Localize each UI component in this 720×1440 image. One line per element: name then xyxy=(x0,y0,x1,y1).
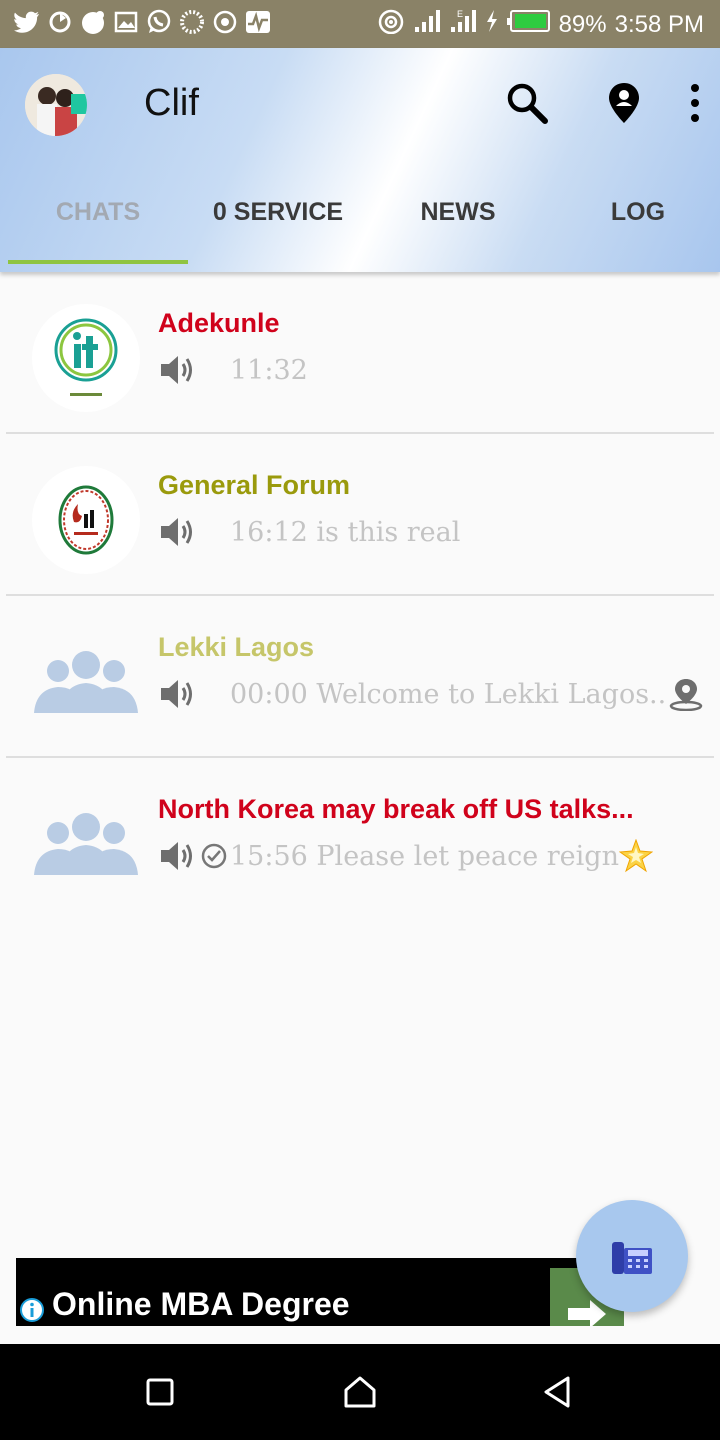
search-icon[interactable] xyxy=(502,78,552,128)
system-nav-bar xyxy=(0,1344,720,1440)
speaker-icon xyxy=(161,518,192,546)
tab-news[interactable]: NEWS xyxy=(368,198,548,227)
chat-message: 00:00 Welcome to Lekki Lagos.. xyxy=(230,678,667,710)
info-icon[interactable] xyxy=(20,1298,44,1322)
speaker-icon xyxy=(161,842,192,870)
chat-row-north-korea[interactable]: North Korea may break off US talks... 15… xyxy=(0,758,720,920)
recent-apps-icon[interactable] xyxy=(140,1372,180,1412)
star-emoji xyxy=(618,839,653,873)
twitter-icon xyxy=(14,9,40,35)
active-tab-indicator xyxy=(8,260,188,264)
phone-fab-button[interactable] xyxy=(576,1200,688,1312)
tab-bar: CHATS 0 SERVICE NEWS LOG xyxy=(0,188,720,268)
tab-chats[interactable]: CHATS xyxy=(8,198,188,227)
it-logo-avatar xyxy=(32,304,140,412)
more-vertical-icon[interactable] xyxy=(670,78,720,128)
speaker-icon xyxy=(161,680,192,708)
signal-e-icon: E xyxy=(449,9,477,40)
chat-preview: 15:56 Please let peace reign xyxy=(158,838,653,874)
tab-log[interactable]: LOG xyxy=(548,198,720,227)
chat-preview: 11:32 xyxy=(158,352,308,388)
sync-icon xyxy=(47,9,73,35)
chat-message: 15:56 Please let peace reign xyxy=(230,840,619,872)
chat-name: Adekunle xyxy=(158,308,280,338)
ad-text: Online MBA Degree xyxy=(52,1286,350,1322)
location-pin-icon[interactable] xyxy=(599,78,649,128)
ad-banner[interactable]: Online MBA Degree xyxy=(16,1258,624,1326)
status-bar: E 89% 3:58 PM xyxy=(0,0,720,48)
status-indicators: E 89% 3:58 PM xyxy=(377,8,704,41)
profile-avatar[interactable] xyxy=(25,74,87,136)
chat-name: Lekki Lagos xyxy=(158,632,315,662)
notification-icons xyxy=(14,9,271,35)
speaker-icon xyxy=(161,356,192,384)
clock: 3:58 PM xyxy=(614,10,704,38)
signal-icon xyxy=(413,9,441,40)
tab-service[interactable]: 0 SERVICE xyxy=(188,198,368,227)
location-icon xyxy=(669,679,703,711)
chat-row-lekki-lagos[interactable]: Lekki Lagos 00:00 Welcome to Lekki Lagos… xyxy=(0,596,720,758)
check-circle-icon xyxy=(201,843,227,869)
battery-percent: 89% xyxy=(558,10,607,38)
image-icon xyxy=(113,9,139,35)
chat-message: 16:12 is this real xyxy=(230,516,461,548)
gecko-icon xyxy=(80,9,106,35)
group-icon xyxy=(32,790,140,898)
chat-list: Adekunle 11:32 General Forum 16:12 is th… xyxy=(0,272,720,920)
group-icon xyxy=(32,628,140,736)
battery-icon xyxy=(506,10,551,39)
phone-icon xyxy=(612,1242,652,1274)
chat-name: General Forum xyxy=(158,470,351,500)
loading-icon xyxy=(179,9,205,35)
chat-preview: 00:00 Welcome to Lekki Lagos.. xyxy=(158,676,704,712)
app-header: Clif CHATS 0 SERVICE NEWS LOG xyxy=(0,48,720,272)
page-title: Clif xyxy=(144,82,199,124)
hotspot-icon xyxy=(377,8,405,41)
oil-logo-avatar xyxy=(32,466,140,574)
back-icon[interactable] xyxy=(538,1372,578,1412)
chat-message: 11:32 xyxy=(230,354,308,386)
chat-row-adekunle[interactable]: Adekunle 11:32 xyxy=(0,272,720,434)
charging-icon xyxy=(485,9,499,40)
chat-name: North Korea may break off US talks... xyxy=(158,794,634,824)
whatsapp-icon xyxy=(146,9,172,35)
chat-row-general-forum[interactable]: General Forum 16:12 is this real xyxy=(0,434,720,596)
activity-icon xyxy=(245,9,271,35)
home-icon[interactable] xyxy=(340,1372,380,1412)
chat-preview: 16:12 is this real xyxy=(158,514,460,550)
target-icon xyxy=(212,9,238,35)
svg-text:E: E xyxy=(457,9,463,19)
